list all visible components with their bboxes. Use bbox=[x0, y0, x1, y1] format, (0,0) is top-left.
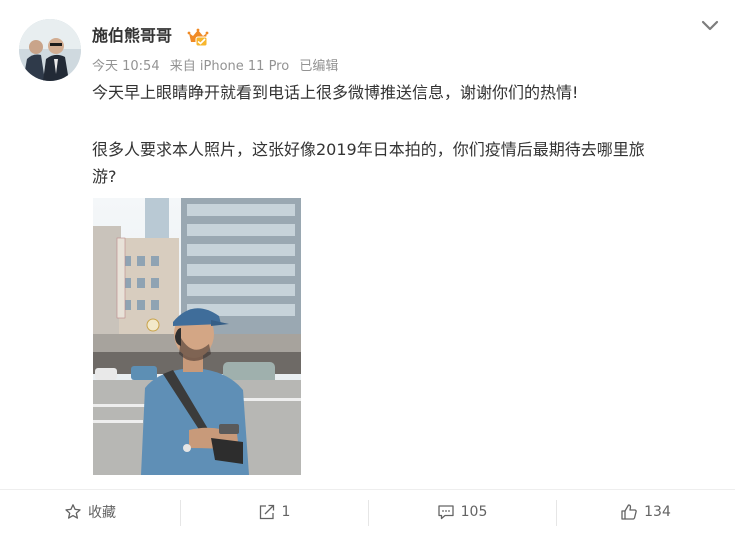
avatar-photo bbox=[19, 19, 81, 81]
favorite-button[interactable]: 收藏 bbox=[0, 490, 180, 533]
chevron-down-icon[interactable] bbox=[699, 17, 721, 35]
share-arrow-icon bbox=[259, 504, 274, 519]
edited-label[interactable]: 已编辑 bbox=[299, 59, 338, 74]
weibo-post-card: 施伯熊哥哥 今天 10:54 来自 iPhone 11 Pro 已编辑 今天早上… bbox=[0, 0, 735, 533]
vip-crown-badge-icon[interactable] bbox=[187, 27, 209, 47]
post-source: 来自 iPhone 11 Pro bbox=[169, 59, 290, 74]
like-count: 134 bbox=[644, 503, 671, 520]
post-time[interactable]: 今天 10:54 bbox=[92, 59, 160, 74]
comment-count: 105 bbox=[460, 503, 488, 520]
star-outline-icon bbox=[65, 503, 81, 519]
post-text-line: 今天早上眼睛睁开就看到电话上很多微博推送信息，谢谢你们的热情! bbox=[92, 83, 579, 102]
favorite-label: 收藏 bbox=[88, 504, 116, 521]
action-bar: 收藏 1 105 134 bbox=[0, 490, 735, 533]
comment-button[interactable]: 105 bbox=[368, 490, 556, 533]
share-button[interactable]: 1 bbox=[180, 490, 368, 533]
share-count: 1 bbox=[281, 503, 291, 520]
thumbs-up-icon bbox=[621, 503, 637, 520]
post-text-line: 很多人要求本人照片，这张好像2019年日本拍的，你们疫情后最期待去哪里旅 bbox=[92, 140, 645, 159]
username[interactable]: 施伯熊哥哥 bbox=[92, 25, 172, 47]
post-meta: 今天 10:54 来自 iPhone 11 Pro 已编辑 bbox=[92, 58, 344, 76]
avatar[interactable] bbox=[19, 19, 81, 81]
street-photo-image bbox=[93, 198, 301, 475]
post-photo[interactable] bbox=[93, 198, 301, 475]
like-button[interactable]: 134 bbox=[556, 490, 735, 533]
post-text-line: 游? bbox=[92, 167, 117, 186]
comment-bubble-icon bbox=[437, 504, 454, 519]
